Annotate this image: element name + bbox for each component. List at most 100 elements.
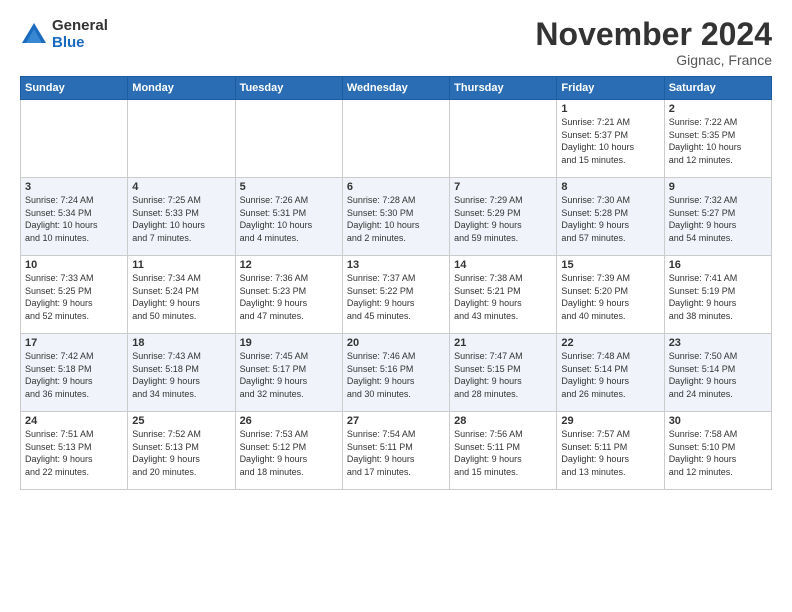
day-cell-26: 26Sunrise: 7:53 AM Sunset: 5:12 PM Dayli… <box>235 412 342 490</box>
day-info: Sunrise: 7:50 AM Sunset: 5:14 PM Dayligh… <box>669 350 767 400</box>
day-number: 12 <box>240 259 338 271</box>
day-cell-18: 18Sunrise: 7:43 AM Sunset: 5:18 PM Dayli… <box>128 334 235 412</box>
location: Gignac, France <box>535 52 772 68</box>
day-cell-27: 27Sunrise: 7:54 AM Sunset: 5:11 PM Dayli… <box>342 412 449 490</box>
day-info: Sunrise: 7:29 AM Sunset: 5:29 PM Dayligh… <box>454 194 552 244</box>
day-number: 24 <box>25 415 123 427</box>
day-cell-19: 19Sunrise: 7:45 AM Sunset: 5:17 PM Dayli… <box>235 334 342 412</box>
day-info: Sunrise: 7:47 AM Sunset: 5:15 PM Dayligh… <box>454 350 552 400</box>
day-info: Sunrise: 7:45 AM Sunset: 5:17 PM Dayligh… <box>240 350 338 400</box>
day-cell-7: 7Sunrise: 7:29 AM Sunset: 5:29 PM Daylig… <box>450 178 557 256</box>
day-info: Sunrise: 7:51 AM Sunset: 5:13 PM Dayligh… <box>25 428 123 478</box>
day-number: 27 <box>347 415 445 427</box>
day-number: 17 <box>25 337 123 349</box>
col-header-monday: Monday <box>128 77 235 100</box>
day-number: 21 <box>454 337 552 349</box>
day-info: Sunrise: 7:41 AM Sunset: 5:19 PM Dayligh… <box>669 272 767 322</box>
day-cell-28: 28Sunrise: 7:56 AM Sunset: 5:11 PM Dayli… <box>450 412 557 490</box>
day-info: Sunrise: 7:56 AM Sunset: 5:11 PM Dayligh… <box>454 428 552 478</box>
day-cell-24: 24Sunrise: 7:51 AM Sunset: 5:13 PM Dayli… <box>21 412 128 490</box>
day-info: Sunrise: 7:33 AM Sunset: 5:25 PM Dayligh… <box>25 272 123 322</box>
day-number: 22 <box>561 337 659 349</box>
title-area: November 2024 Gignac, France <box>535 18 772 68</box>
day-cell-6: 6Sunrise: 7:28 AM Sunset: 5:30 PM Daylig… <box>342 178 449 256</box>
col-header-tuesday: Tuesday <box>235 77 342 100</box>
day-info: Sunrise: 7:36 AM Sunset: 5:23 PM Dayligh… <box>240 272 338 322</box>
week-row-2: 3Sunrise: 7:24 AM Sunset: 5:34 PM Daylig… <box>21 178 772 256</box>
day-info: Sunrise: 7:24 AM Sunset: 5:34 PM Dayligh… <box>25 194 123 244</box>
day-number: 25 <box>132 415 230 427</box>
day-cell-9: 9Sunrise: 7:32 AM Sunset: 5:27 PM Daylig… <box>664 178 771 256</box>
day-info: Sunrise: 7:54 AM Sunset: 5:11 PM Dayligh… <box>347 428 445 478</box>
day-cell-25: 25Sunrise: 7:52 AM Sunset: 5:13 PM Dayli… <box>128 412 235 490</box>
day-number: 9 <box>669 181 767 193</box>
header: General Blue November 2024 Gignac, Franc… <box>20 18 772 68</box>
day-cell-20: 20Sunrise: 7:46 AM Sunset: 5:16 PM Dayli… <box>342 334 449 412</box>
day-cell-21: 21Sunrise: 7:47 AM Sunset: 5:15 PM Dayli… <box>450 334 557 412</box>
page: General Blue November 2024 Gignac, Franc… <box>0 0 792 612</box>
day-number: 3 <box>25 181 123 193</box>
day-info: Sunrise: 7:26 AM Sunset: 5:31 PM Dayligh… <box>240 194 338 244</box>
day-cell-23: 23Sunrise: 7:50 AM Sunset: 5:14 PM Dayli… <box>664 334 771 412</box>
day-cell-30: 30Sunrise: 7:58 AM Sunset: 5:10 PM Dayli… <box>664 412 771 490</box>
header-row: SundayMondayTuesdayWednesdayThursdayFrid… <box>21 77 772 100</box>
empty-cell <box>342 100 449 178</box>
day-info: Sunrise: 7:28 AM Sunset: 5:30 PM Dayligh… <box>347 194 445 244</box>
day-number: 15 <box>561 259 659 271</box>
day-info: Sunrise: 7:42 AM Sunset: 5:18 PM Dayligh… <box>25 350 123 400</box>
col-header-thursday: Thursday <box>450 77 557 100</box>
logo-blue: Blue <box>52 35 108 52</box>
day-number: 11 <box>132 259 230 271</box>
day-number: 14 <box>454 259 552 271</box>
week-row-5: 24Sunrise: 7:51 AM Sunset: 5:13 PM Dayli… <box>21 412 772 490</box>
day-number: 2 <box>669 103 767 115</box>
week-row-4: 17Sunrise: 7:42 AM Sunset: 5:18 PM Dayli… <box>21 334 772 412</box>
logo-icon <box>20 21 48 49</box>
day-info: Sunrise: 7:39 AM Sunset: 5:20 PM Dayligh… <box>561 272 659 322</box>
day-cell-1: 1Sunrise: 7:21 AM Sunset: 5:37 PM Daylig… <box>557 100 664 178</box>
day-info: Sunrise: 7:37 AM Sunset: 5:22 PM Dayligh… <box>347 272 445 322</box>
day-cell-12: 12Sunrise: 7:36 AM Sunset: 5:23 PM Dayli… <box>235 256 342 334</box>
day-number: 26 <box>240 415 338 427</box>
day-number: 19 <box>240 337 338 349</box>
day-number: 1 <box>561 103 659 115</box>
day-cell-29: 29Sunrise: 7:57 AM Sunset: 5:11 PM Dayli… <box>557 412 664 490</box>
logo-general: General <box>52 18 108 35</box>
day-cell-2: 2Sunrise: 7:22 AM Sunset: 5:35 PM Daylig… <box>664 100 771 178</box>
day-cell-4: 4Sunrise: 7:25 AM Sunset: 5:33 PM Daylig… <box>128 178 235 256</box>
col-header-saturday: Saturday <box>664 77 771 100</box>
day-number: 4 <box>132 181 230 193</box>
empty-cell <box>21 100 128 178</box>
day-cell-22: 22Sunrise: 7:48 AM Sunset: 5:14 PM Dayli… <box>557 334 664 412</box>
day-cell-16: 16Sunrise: 7:41 AM Sunset: 5:19 PM Dayli… <box>664 256 771 334</box>
col-header-friday: Friday <box>557 77 664 100</box>
day-info: Sunrise: 7:53 AM Sunset: 5:12 PM Dayligh… <box>240 428 338 478</box>
day-number: 8 <box>561 181 659 193</box>
day-info: Sunrise: 7:48 AM Sunset: 5:14 PM Dayligh… <box>561 350 659 400</box>
day-cell-14: 14Sunrise: 7:38 AM Sunset: 5:21 PM Dayli… <box>450 256 557 334</box>
day-number: 16 <box>669 259 767 271</box>
month-title: November 2024 <box>535 18 772 50</box>
day-info: Sunrise: 7:43 AM Sunset: 5:18 PM Dayligh… <box>132 350 230 400</box>
day-info: Sunrise: 7:25 AM Sunset: 5:33 PM Dayligh… <box>132 194 230 244</box>
day-cell-15: 15Sunrise: 7:39 AM Sunset: 5:20 PM Dayli… <box>557 256 664 334</box>
logo: General Blue <box>20 18 108 51</box>
day-cell-10: 10Sunrise: 7:33 AM Sunset: 5:25 PM Dayli… <box>21 256 128 334</box>
day-info: Sunrise: 7:22 AM Sunset: 5:35 PM Dayligh… <box>669 116 767 166</box>
week-row-3: 10Sunrise: 7:33 AM Sunset: 5:25 PM Dayli… <box>21 256 772 334</box>
logo-text: General Blue <box>52 18 108 51</box>
day-number: 10 <box>25 259 123 271</box>
day-number: 18 <box>132 337 230 349</box>
day-cell-8: 8Sunrise: 7:30 AM Sunset: 5:28 PM Daylig… <box>557 178 664 256</box>
empty-cell <box>235 100 342 178</box>
day-number: 5 <box>240 181 338 193</box>
day-info: Sunrise: 7:30 AM Sunset: 5:28 PM Dayligh… <box>561 194 659 244</box>
day-number: 23 <box>669 337 767 349</box>
day-info: Sunrise: 7:52 AM Sunset: 5:13 PM Dayligh… <box>132 428 230 478</box>
calendar-table: SundayMondayTuesdayWednesdayThursdayFrid… <box>20 76 772 490</box>
day-cell-3: 3Sunrise: 7:24 AM Sunset: 5:34 PM Daylig… <box>21 178 128 256</box>
day-info: Sunrise: 7:32 AM Sunset: 5:27 PM Dayligh… <box>669 194 767 244</box>
day-info: Sunrise: 7:57 AM Sunset: 5:11 PM Dayligh… <box>561 428 659 478</box>
empty-cell <box>128 100 235 178</box>
week-row-1: 1Sunrise: 7:21 AM Sunset: 5:37 PM Daylig… <box>21 100 772 178</box>
